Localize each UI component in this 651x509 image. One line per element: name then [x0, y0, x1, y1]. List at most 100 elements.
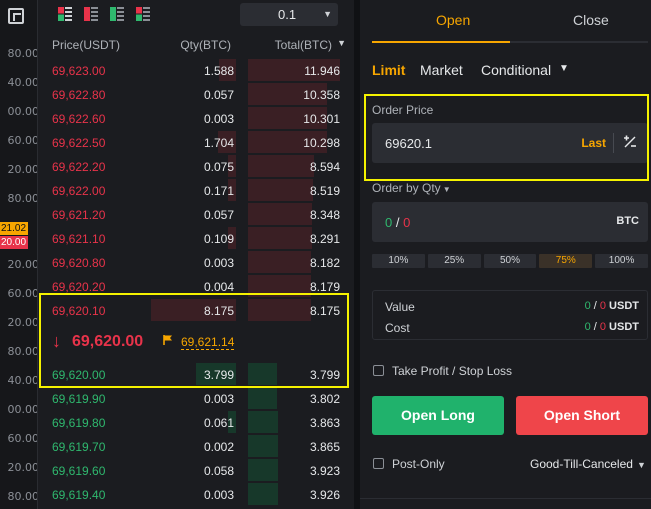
bid-qty: 0.002 [203, 440, 234, 454]
percent-option[interactable]: 10% [372, 254, 425, 268]
percent-option[interactable]: 100% [595, 254, 648, 268]
tick-size-select[interactable]: 0.1 ▼ [240, 3, 338, 26]
ask-row[interactable]: 69,622.20 0.075 8.594 [38, 155, 354, 179]
ask-price: 69,622.50 [52, 136, 106, 150]
tpsl-label[interactable]: Take Profit / Stop Loss [392, 364, 512, 378]
total-header[interactable]: Total(BTC) [275, 38, 332, 52]
ask-total: 8.182 [309, 256, 340, 270]
ask-qty: 0.057 [203, 208, 234, 222]
time-in-force-select[interactable]: Good-Till-Canceled ▼ [530, 457, 646, 471]
bid-price: 69,619.70 [52, 440, 106, 454]
axis-tick-label: 00.00 [7, 105, 40, 118]
order-panel: Open Close Limit Market Conditional ▼ Or… [360, 0, 651, 509]
depth-total-bar [248, 411, 278, 433]
depth-total-bar [248, 459, 278, 481]
open-short-button[interactable]: Open Short [516, 396, 648, 435]
depth-total-bar [248, 483, 278, 505]
ask-price: 69,622.00 [52, 184, 106, 198]
ask-total: 11.946 [304, 64, 340, 78]
percent-option[interactable]: 75% [539, 254, 593, 268]
spread-highlight [39, 293, 349, 388]
bid-row[interactable]: 69,619.90 0.003 3.802 [38, 387, 354, 411]
ask-price: 69,622.60 [52, 112, 106, 126]
ask-row[interactable]: 69,620.80 0.003 8.182 [38, 251, 354, 275]
order-type-limit[interactable]: Limit [372, 62, 405, 78]
ask-qty: 1.588 [203, 64, 234, 78]
ask-total: 8.519 [309, 184, 340, 198]
axis-tick-label: 80.00 [7, 192, 40, 205]
bid-row[interactable]: 69,619.80 0.061 3.863 [38, 411, 354, 435]
axis-tick-label: 40.00 [7, 76, 40, 89]
ask-total: 8.594 [309, 160, 340, 174]
tab-close[interactable]: Close [573, 12, 609, 28]
ask-total: 8.348 [309, 208, 340, 222]
bid-total: 3.865 [309, 440, 340, 454]
axis-tick-label: 20.00 [7, 461, 40, 474]
tab-open[interactable]: Open [436, 12, 470, 28]
cost-label: Cost [385, 321, 410, 335]
view-bids-icon[interactable] [110, 7, 124, 21]
post-only-label[interactable]: Post-Only [392, 457, 445, 471]
view-both-icon[interactable] [58, 7, 72, 21]
bid-price: 69,619.60 [52, 464, 106, 478]
axis-tick-label: 80.00 [7, 345, 40, 358]
chevron-down-icon: ▼ [323, 9, 332, 19]
view-split-icon[interactable] [136, 7, 150, 21]
ask-price: 69,623.00 [52, 64, 106, 78]
cost-amount: 0 / 0 USDT [584, 321, 639, 333]
depth-total-bar [248, 387, 277, 409]
chevron-down-icon: ▼ [636, 460, 646, 470]
qty-input[interactable]: 0 / 0 [385, 215, 410, 230]
value-cost-box: Value 0 / 0 USDT Cost 0 / 0 USDT [372, 290, 648, 340]
caret-down-icon[interactable]: ▼ [559, 63, 569, 74]
bid-total: 3.802 [309, 392, 340, 406]
bid-price: 69,619.40 [52, 488, 106, 502]
axis-tick-label: 40.00 [7, 374, 40, 387]
value-label: Value [385, 300, 415, 314]
depth-total-bar [248, 251, 311, 273]
order-type-market[interactable]: Market [420, 62, 463, 78]
open-long-button[interactable]: Open Long [372, 396, 504, 435]
ask-total: 10.298 [303, 136, 340, 150]
ask-qty: 1.704 [203, 136, 234, 150]
qty-field[interactable]: 0 / 0 BTC [372, 202, 648, 242]
sort-down-icon[interactable]: ▼ [337, 38, 346, 48]
bid-row[interactable]: 69,619.60 0.058 3.923 [38, 459, 354, 483]
bid-qty: 0.058 [203, 464, 234, 478]
ask-price: 69,620.80 [52, 256, 106, 270]
order-by-qty-label[interactable]: Order by Qty ▼ [372, 181, 451, 195]
order-book: 0.1 ▼ Price(USDT) Qty(BTC) Total(BTC) ▼ … [38, 0, 354, 509]
axis-tick-label: 20.00 [7, 163, 40, 176]
ask-row[interactable]: 69,622.00 0.171 8.519 [38, 179, 354, 203]
axis-tick-label: 80.00 [7, 490, 40, 503]
percent-option[interactable]: 50% [483, 254, 537, 268]
tpsl-checkbox[interactable] [373, 365, 384, 376]
ask-row[interactable]: 69,622.60 0.003 10.301 [38, 107, 354, 131]
ask-qty: 0.003 [203, 112, 234, 126]
order-type-conditional[interactable]: Conditional [481, 62, 551, 78]
ask-row[interactable]: 69,621.20 0.057 8.348 [38, 203, 354, 227]
bid-row[interactable]: 69,619.40 0.003 3.926 [38, 483, 354, 507]
axis-tick-label: 20.00 [7, 316, 40, 329]
ask-row[interactable]: 69,622.80 0.057 10.358 [38, 83, 354, 107]
ask-total: 10.358 [303, 88, 340, 102]
axis-tick-label: 80.00 [7, 47, 40, 60]
price-header: Price(USDT) [52, 38, 120, 52]
bid-total: 3.926 [309, 488, 340, 502]
post-only-checkbox[interactable] [373, 458, 384, 469]
order-price-highlight [364, 94, 649, 181]
ask-qty: 0.109 [203, 232, 234, 246]
depth-total-bar [248, 155, 314, 177]
ask-row[interactable]: 69,623.00 1.588 11.946 [38, 59, 354, 83]
ask-row[interactable]: 69,622.50 1.704 10.298 [38, 131, 354, 155]
percent-option[interactable]: 25% [427, 254, 481, 268]
ask-row[interactable]: 69,621.10 0.109 8.291 [38, 227, 354, 251]
axis-tick-label: 60.00 [7, 432, 40, 445]
bid-row[interactable]: 69,619.70 0.002 3.865 [38, 435, 354, 459]
ask-price: 69,620.20 [52, 280, 106, 294]
percent-slider: 10% 25% 50% 75% 100% [372, 254, 648, 268]
ask-qty: 0.075 [203, 160, 234, 174]
expand-icon[interactable] [8, 8, 24, 24]
view-asks-icon[interactable] [84, 7, 98, 21]
ask-total: 8.179 [309, 280, 340, 294]
